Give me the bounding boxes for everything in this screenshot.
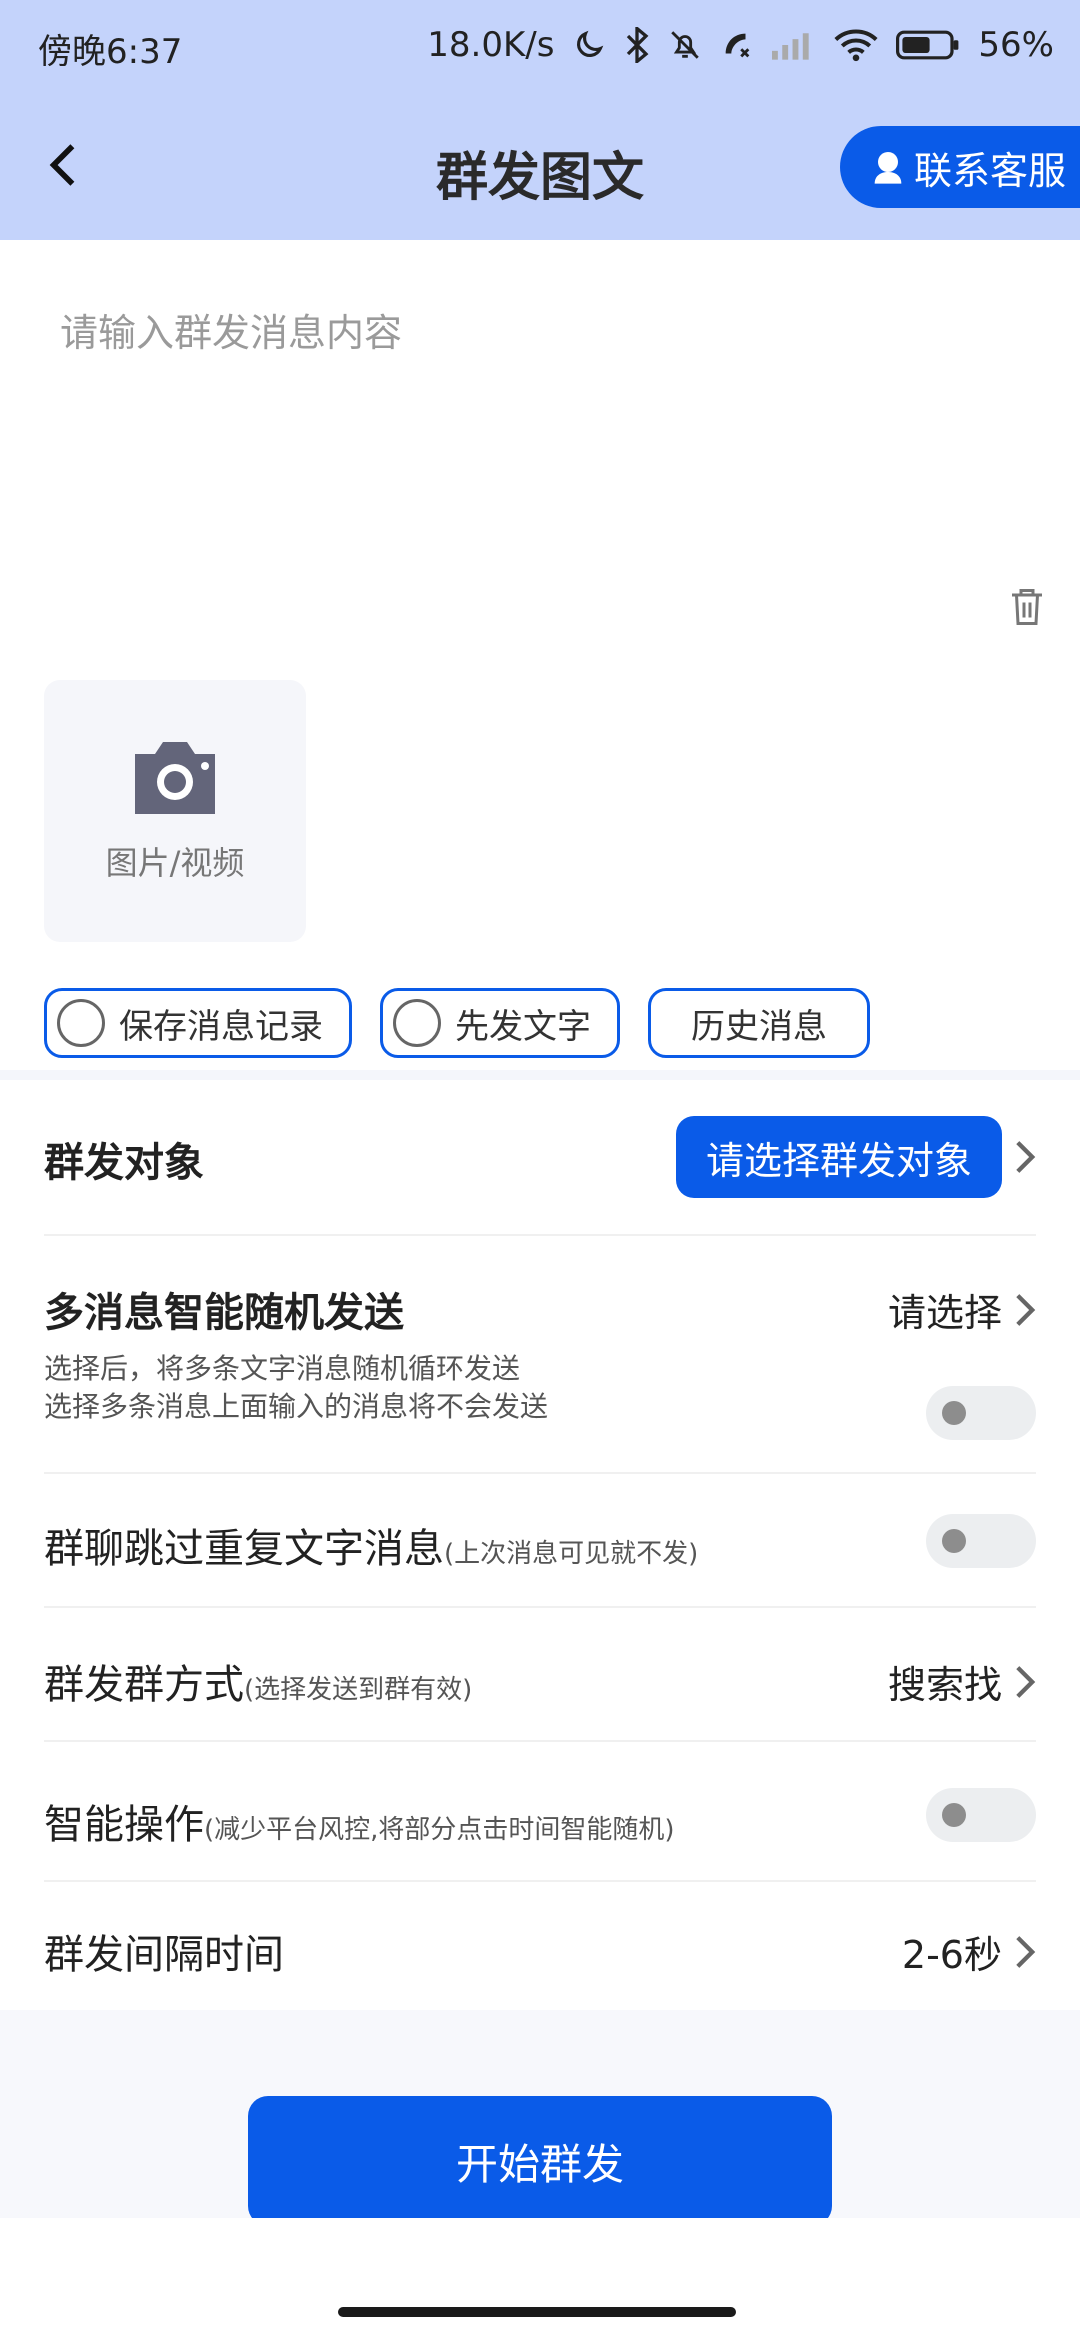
select-target-button[interactable]: 请选择群发对象 <box>675 1116 1002 1198</box>
radio-icon <box>57 999 105 1047</box>
message-input[interactable] <box>58 300 958 520</box>
text-first-option[interactable]: 先发文字 <box>380 988 620 1058</box>
status-bar-right: 18.0K/s 56% <box>427 20 1054 70</box>
options-row: 保存消息记录 先发文字 历史消息 <box>44 988 870 1058</box>
moon-icon <box>577 30 604 57</box>
camera-icon <box>135 742 215 814</box>
group-method-label: 群发群方式(选择发送到群有效) <box>44 1652 472 1710</box>
target-label: 群发对象 <box>44 1140 204 1186</box>
skip-repeat-label: 群聊跳过重复文字消息(上次消息可见就不发) <box>44 1516 698 1574</box>
wifi-icon <box>834 29 878 62</box>
toggle-knob <box>942 1529 966 1553</box>
target-row: 群发对象 请选择群发对象 <box>44 1080 1036 1236</box>
group-method-row[interactable]: 群发群方式(选择发送到群有效) 搜索找 <box>44 1608 1036 1742</box>
contact-support-button[interactable]: 联系客服 <box>840 126 1080 208</box>
smart-op-note: (减少平台风控,将部分点击时间智能随机) <box>204 1815 675 1845</box>
smart-op-row: 智能操作(减少平台风控,将部分点击时间智能随机) <box>44 1742 1036 1882</box>
text-first-label: 先发文字 <box>455 1006 591 1047</box>
radio-icon <box>393 999 441 1047</box>
group-method-value: 搜索找 <box>887 1663 1002 1707</box>
chevron-right-icon[interactable] <box>1014 1139 1036 1175</box>
smart-op-title: 智能操作 <box>44 1802 204 1848</box>
message-area: 图片/视频 保存消息记录 先发文字 历史消息 <box>0 240 1080 1070</box>
home-indicator[interactable] <box>338 2307 736 2317</box>
media-label: 图片/视频 <box>105 844 245 882</box>
clear-button[interactable] <box>1000 580 1054 634</box>
toggle-knob <box>942 1803 966 1827</box>
bluetooth-icon <box>627 27 649 63</box>
multi-random-desc-2: 选择多条消息上面输入的消息将不会发送 <box>44 1390 549 1423</box>
battery-percent: 56% <box>978 25 1054 65</box>
chevron-right-icon <box>1016 1935 1036 1968</box>
contact-support-label: 联系客服 <box>914 148 1067 193</box>
skip-repeat-toggle[interactable] <box>926 1514 1036 1568</box>
skip-repeat-note: (上次消息可见就不发) <box>444 1539 699 1569</box>
group-method-title: 群发群方式 <box>44 1662 244 1708</box>
skip-repeat-title: 群聊跳过重复文字消息 <box>44 1526 444 1572</box>
settings-list: 群发对象 请选择群发对象 多消息智能随机发送 请选择 选择后，将多条文字消息随机… <box>0 1070 1080 2010</box>
battery-icon <box>896 30 959 60</box>
trash-icon <box>1012 589 1042 625</box>
multi-random-row[interactable]: 多消息智能随机发送 请选择 选择后，将多条文字消息随机循环发送 选择多条消息上面… <box>44 1236 1036 1474</box>
status-time: 傍晚6:37 <box>38 32 183 72</box>
history-button[interactable]: 历史消息 <box>648 988 870 1058</box>
group-method-note: (选择发送到群有效) <box>244 1675 473 1705</box>
history-label: 历史消息 <box>691 1006 827 1047</box>
multi-random-value: 请选择 <box>887 1291 1002 1335</box>
signal-icon <box>772 33 810 60</box>
smart-op-toggle[interactable] <box>926 1788 1036 1842</box>
skip-repeat-row: 群聊跳过重复文字消息(上次消息可见就不发) <box>44 1474 1036 1608</box>
interval-label: 群发间隔时间 <box>44 1932 284 1978</box>
header: 傍晚6:37 18.0K/s 56% 群发图文 联系客服 <box>0 0 1080 240</box>
call-icon <box>726 33 750 58</box>
interval-value: 2-6秒 <box>901 1933 1002 1977</box>
multi-random-label: 多消息智能随机发送 <box>44 1290 404 1336</box>
toggle-knob <box>942 1401 966 1425</box>
bell-off-icon <box>671 31 700 59</box>
network-speed: 18.0K/s <box>427 25 555 65</box>
chevron-right-icon <box>1016 1665 1036 1698</box>
save-record-label: 保存消息记录 <box>119 1006 323 1047</box>
multi-random-desc-1: 选择后，将多条文字消息随机循环发送 <box>44 1352 521 1385</box>
headset-icon <box>874 152 902 184</box>
start-broadcast-button[interactable]: 开始群发 <box>248 2096 832 2226</box>
add-media-button[interactable]: 图片/视频 <box>44 680 306 942</box>
interval-row[interactable]: 群发间隔时间 2-6秒 <box>44 1882 1036 2012</box>
smart-op-label: 智能操作(减少平台风控,将部分点击时间智能随机) <box>44 1792 675 1850</box>
multi-random-toggle[interactable] <box>926 1386 1036 1440</box>
multi-random-description: 选择后，将多条文字消息随机循环发送 选择多条消息上面输入的消息将不会发送 <box>44 1350 548 1426</box>
navigation-bar <box>0 2218 1080 2340</box>
save-record-option[interactable]: 保存消息记录 <box>44 988 352 1058</box>
chevron-right-icon <box>1016 1293 1036 1326</box>
